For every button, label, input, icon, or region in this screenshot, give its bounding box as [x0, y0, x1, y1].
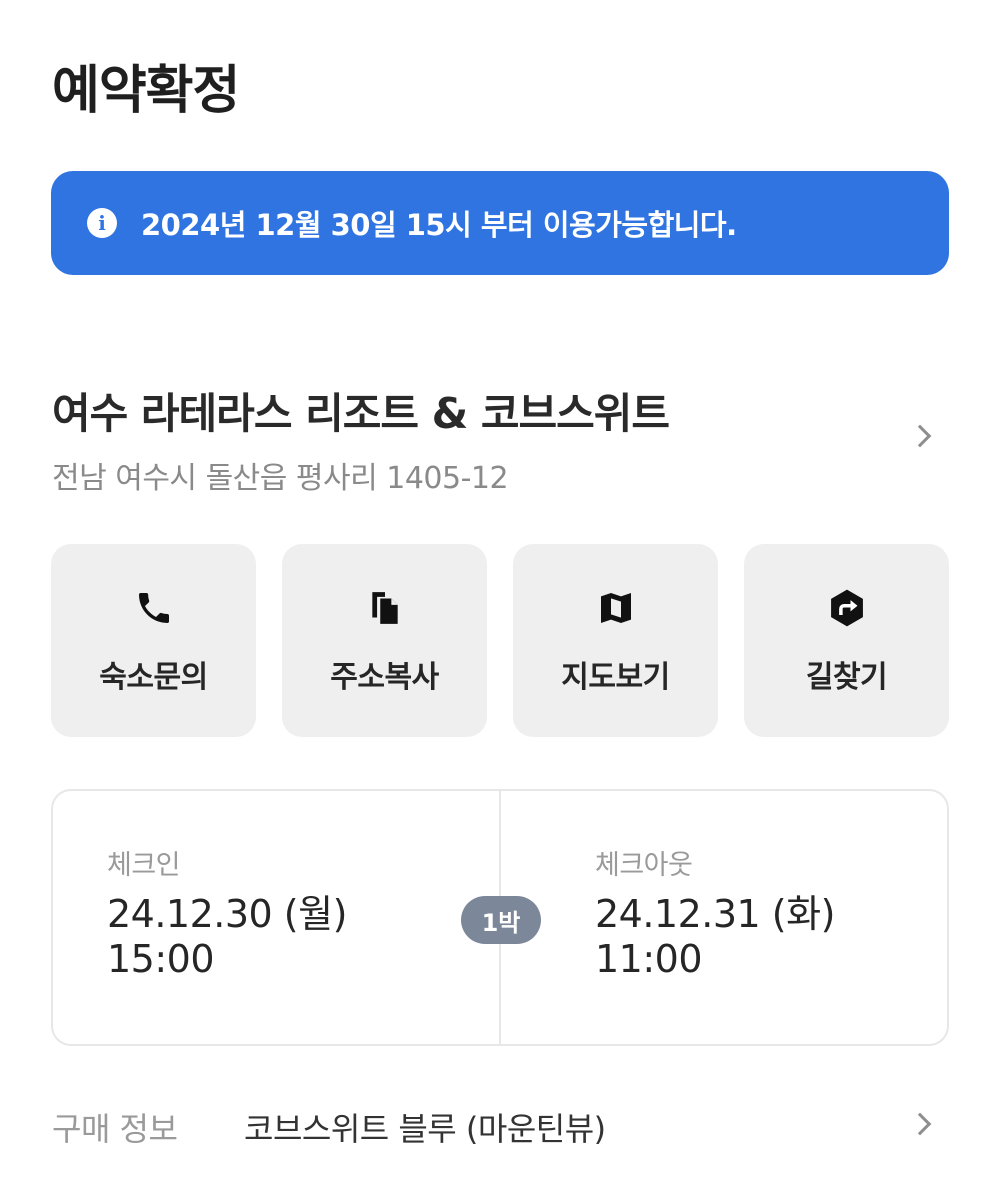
action-label: 길찾기	[805, 659, 888, 695]
checkout-time: 11:00	[595, 937, 703, 981]
checkout-label: 체크아웃	[595, 850, 693, 881]
map-icon	[596, 586, 636, 630]
action-label: 숙소문의	[99, 659, 208, 695]
action-buttons: 숙소문의 주소복사 지도보기 길찾기	[51, 544, 949, 737]
hotel-name: 여수 라테라스 리조트 & 코브스위트	[52, 389, 670, 438]
checkin-section: 체크인 24.12.30 (월) 15:00	[107, 843, 347, 982]
checkin-date: 24.12.30 (월)	[107, 892, 347, 936]
action-label: 지도보기	[561, 659, 670, 695]
phone-icon	[134, 586, 174, 630]
nights-badge: 1박	[461, 896, 541, 944]
contact-property-button[interactable]: 숙소문의	[51, 544, 256, 737]
hotel-info[interactable]: 여수 라테라스 리조트 & 코브스위트 전남 여수시 돌산읍 평사리 1405-…	[52, 380, 952, 496]
room-type: 코브스위트 블루 (마운틴뷰)	[244, 1110, 606, 1148]
notice-text: 2024년 12월 30일 15시 부터 이용가능합니다.	[141, 208, 737, 242]
checkin-time: 15:00	[107, 937, 215, 981]
view-map-button[interactable]: 지도보기	[513, 544, 718, 737]
hotel-address: 전남 여수시 돌산읍 평사리 1405-12	[52, 461, 509, 496]
checkin-label: 체크인	[107, 850, 181, 881]
action-label: 주소복사	[330, 659, 439, 695]
chevron-right-icon	[908, 424, 932, 448]
purchase-info-label: 구매 정보	[52, 1110, 178, 1148]
availability-notice: i 2024년 12월 30일 15시 부터 이용가능합니다.	[51, 171, 949, 275]
page-title: 예약확정	[52, 61, 240, 121]
chevron-right-icon	[908, 1112, 932, 1136]
stay-period-card: 체크인 24.12.30 (월) 15:00 1박 체크아웃 24.12.31 …	[51, 789, 949, 1046]
checkout-section: 체크아웃 24.12.31 (화) 11:00	[595, 843, 835, 982]
copy-icon	[366, 586, 404, 630]
info-icon: i	[87, 208, 117, 238]
checkout-date: 24.12.31 (화)	[595, 892, 835, 936]
purchase-info-row[interactable]: 구매 정보 코브스위트 블루 (마운틴뷰)	[52, 1100, 952, 1150]
copy-address-button[interactable]: 주소복사	[282, 544, 487, 737]
directions-button[interactable]: 길찾기	[744, 544, 949, 737]
directions-icon	[826, 586, 868, 630]
